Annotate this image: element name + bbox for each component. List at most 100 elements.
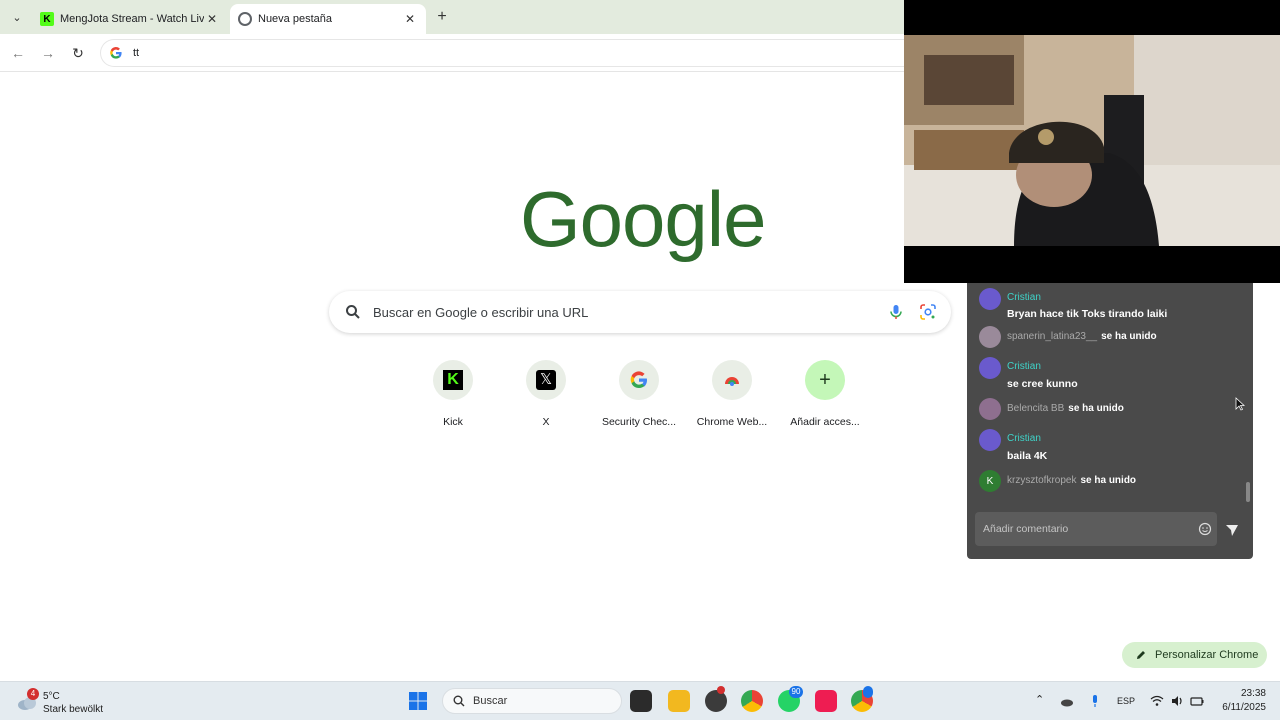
file-explorer-icon[interactable] [668, 690, 690, 712]
profile-badge [863, 686, 873, 698]
shortcut-chrome-web-store[interactable]: Chrome Web... [684, 358, 780, 434]
wifi-icon[interactable] [1150, 694, 1164, 708]
shortcut-circle: 𝕏 [526, 360, 566, 400]
battery-icon[interactable] [1190, 694, 1204, 708]
x-icon: 𝕏 [536, 370, 556, 390]
chrome-favicon-icon [238, 12, 252, 26]
chat-username[interactable]: Cristian [1007, 433, 1041, 444]
avatar [979, 326, 1001, 348]
weather-widget[interactable]: 4 5°C Stark bewölkt [16, 685, 126, 719]
kick-favicon-icon: K [40, 12, 54, 26]
taskbar-search[interactable]: Buscar [442, 688, 622, 714]
chrome-icon[interactable] [741, 690, 763, 712]
clock-time: 23:38 [1240, 688, 1266, 699]
chat-message: K krzysztofkropek se ha unido [979, 470, 1241, 492]
taskbar-search-label: Buscar [473, 695, 508, 707]
shortcut-label: Security Chec... [601, 416, 677, 428]
app-icon[interactable] [705, 690, 727, 712]
chat-input-placeholder: Añadir comentario [983, 523, 1069, 535]
chat-username[interactable]: krzysztofkropek [1007, 475, 1076, 486]
task-view-icon[interactable] [630, 690, 652, 712]
shortcut-kick[interactable]: K Kick [405, 358, 501, 434]
webcam-video [904, 35, 1280, 246]
tab-new-tab[interactable]: Nueva pestaña ✕ [230, 4, 426, 34]
chat-text: Bryan hace tik Toks tirando laiki [1007, 308, 1168, 320]
shortcut-circle [619, 360, 659, 400]
shortcut-label: Chrome Web... [696, 416, 768, 428]
close-icon[interactable]: ✕ [204, 12, 220, 26]
shortcut-label: X [542, 416, 550, 428]
streamer-camera-image [904, 35, 1280, 246]
chat-joined-text: se ha unido [1101, 331, 1157, 342]
avatar [979, 357, 1001, 379]
chat-join-line: krzysztofkropek se ha unido [1007, 475, 1136, 486]
weather-badge: 4 [27, 688, 39, 700]
clock[interactable]: 23:38 6/11/2025 [1214, 687, 1266, 715]
back-button[interactable]: ← [8, 43, 28, 63]
chat-scrollbar[interactable] [1246, 482, 1250, 502]
send-icon[interactable] [1225, 523, 1239, 537]
chat-username[interactable]: Cristian [1007, 292, 1041, 303]
search-icon [453, 695, 465, 707]
shortcut-add[interactable]: + Añadir acces... [777, 358, 873, 434]
chat-message: Cristian se cree kunno [979, 357, 1241, 391]
chat-message-list[interactable]: Cristian Bryan hace tik Toks tirando lai… [967, 283, 1253, 503]
google-lens-icon[interactable] [919, 303, 937, 321]
customize-label: Personalizar Chrome [1155, 649, 1259, 661]
address-bar[interactable]: tt [100, 39, 910, 67]
microphone-icon[interactable] [887, 303, 905, 321]
chat-text: se cree kunno [1007, 378, 1078, 390]
shortcut-circle [712, 360, 752, 400]
chat-message: spanerin_latina23__ se ha unido [979, 326, 1241, 348]
taskbar: 4 5°C Stark bewölkt Buscar 90 ⌃ ESP 23:3… [0, 681, 1280, 720]
weather-temp: 5°C [43, 691, 60, 702]
reload-button[interactable]: ↻ [68, 43, 88, 63]
pencil-icon [1137, 651, 1145, 659]
new-tab-button[interactable]: + [432, 8, 452, 26]
emoji-icon[interactable] [1198, 522, 1212, 536]
language-indicator[interactable]: ESP [1117, 696, 1135, 706]
close-icon[interactable]: ✕ [402, 12, 418, 26]
microphone-icon[interactable] [1088, 694, 1102, 708]
forward-button[interactable]: → [38, 43, 58, 63]
chat-joined-text: se ha unido [1080, 475, 1137, 486]
volume-icon[interactable] [1170, 694, 1184, 708]
chrome-web-store-icon [725, 377, 739, 386]
shortcut-security-check[interactable]: Security Chec... [591, 358, 687, 434]
chat-username[interactable]: spanerin_latina23__ [1007, 331, 1097, 342]
chat-message: Belencita BB se ha unido [979, 398, 1241, 420]
shortcut-label: Añadir acces... [790, 416, 860, 428]
shortcut-circle: K [433, 360, 473, 400]
chat-message: Cristian Bryan hace tik Toks tirando lai… [979, 286, 1241, 320]
avatar [979, 429, 1001, 451]
chat-panel: Cristian Bryan hace tik Toks tirando lai… [967, 283, 1253, 559]
chat-comment-input[interactable]: Añadir comentario [975, 512, 1217, 546]
shortcut-circle: + [805, 360, 845, 400]
tab-search-button[interactable]: ⌄ [6, 7, 28, 27]
chat-join-line: Belencita BB se ha unido [1007, 403, 1124, 414]
windows-start-icon[interactable] [408, 691, 428, 711]
shortcut-label: Kick [443, 416, 463, 428]
avatar: K [979, 470, 1001, 492]
shortcut-x[interactable]: 𝕏 X [498, 358, 594, 434]
tab-mengjota[interactable]: K MengJota Stream - Watch Live ✕ [32, 4, 228, 34]
search-box[interactable]: Buscar en Google o escribir una URL [329, 291, 951, 333]
notification-dot [717, 686, 725, 694]
kick-icon: K [443, 370, 463, 390]
screen: ⌄ K MengJota Stream - Watch Live ✕ Nueva… [0, 0, 1280, 720]
google-icon [630, 371, 647, 389]
google-icon [110, 47, 122, 59]
tab-title: MengJota Stream - Watch Live [60, 13, 204, 25]
chat-join-line: spanerin_latina23__ se ha unido [1007, 331, 1157, 342]
chat-username[interactable]: Cristian [1007, 361, 1041, 372]
search-placeholder: Buscar en Google o escribir una URL [373, 304, 589, 320]
chat-joined-text: se ha unido [1068, 403, 1124, 414]
onedrive-icon[interactable] [1060, 694, 1074, 708]
tiktok-icon[interactable] [815, 690, 837, 712]
chat-message: Cristian baila 4K [979, 429, 1241, 463]
chat-username[interactable]: Belencita BB [1007, 403, 1064, 414]
customize-chrome-button[interactable]: Personalizar Chrome [1122, 642, 1267, 668]
plus-icon: + [819, 369, 831, 391]
chat-text: baila 4K [1007, 450, 1048, 462]
chevron-up-icon[interactable]: ⌃ [1035, 693, 1044, 706]
